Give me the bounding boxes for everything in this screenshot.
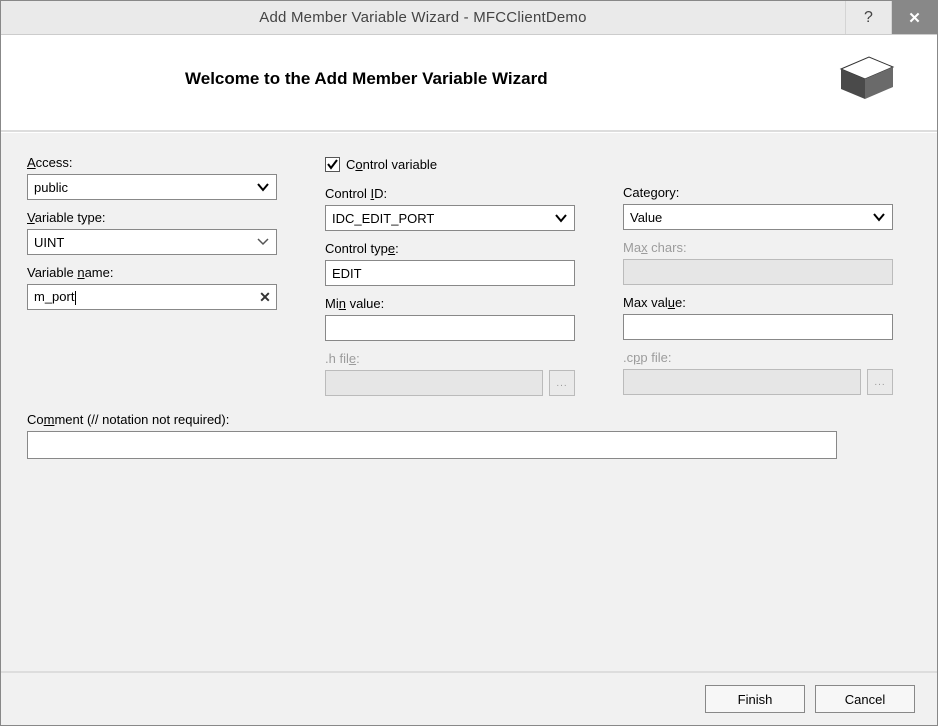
help-button[interactable]: ?	[845, 1, 891, 34]
control-type-input[interactable]: EDIT	[325, 260, 575, 286]
form-area: Access: public Variable type: UINT	[1, 132, 937, 671]
wizard-window: Add Member Variable Wizard - MFCClientDe…	[0, 0, 938, 726]
access-label: Access:	[27, 155, 277, 170]
chevron-down-icon	[552, 213, 570, 223]
access-select[interactable]: public	[27, 174, 277, 200]
category-select[interactable]: Value	[623, 204, 893, 230]
max-value-input[interactable]	[623, 314, 893, 340]
variable-type-select[interactable]: UINT	[27, 229, 277, 255]
cppfile-input	[623, 369, 861, 395]
category-label: Category:	[623, 185, 893, 200]
hfile-browse-button: ...	[549, 370, 575, 396]
control-variable-checkbox-row[interactable]: Control variable	[325, 157, 575, 172]
right-column: Category: Value Max chars: Max v	[623, 155, 893, 406]
control-id-value: IDC_EDIT_PORT	[332, 211, 434, 226]
clear-icon[interactable]: ✕	[254, 289, 276, 306]
control-id-select[interactable]: IDC_EDIT_PORT	[325, 205, 575, 231]
variable-type-label: Variable type:	[27, 210, 277, 225]
variable-type-value: UINT	[34, 235, 64, 250]
variable-name-input[interactable]: m_port ✕	[27, 284, 277, 310]
comment-label: Comment (// notation not required):	[27, 412, 911, 427]
min-value-label: Min value:	[325, 296, 575, 311]
max-value-label: Max value:	[623, 295, 893, 310]
variable-name-label: Variable name:	[27, 265, 277, 280]
finish-button[interactable]: Finish	[705, 685, 805, 713]
footer: Finish Cancel	[1, 671, 937, 725]
hfile-input	[325, 370, 543, 396]
wizard-header: Welcome to the Add Member Variable Wizar…	[1, 35, 937, 132]
left-column: Access: public Variable type: UINT	[27, 155, 277, 406]
variable-name-value: m_port	[34, 289, 74, 304]
control-variable-label: Control variable	[346, 157, 437, 172]
chevron-down-icon	[254, 182, 272, 192]
cppfile-label: .cpp file:	[623, 350, 893, 365]
window-title: Add Member Variable Wizard - MFCClientDe…	[1, 9, 845, 26]
wizard-header-title: Welcome to the Add Member Variable Wizar…	[25, 69, 831, 89]
comment-input[interactable]	[27, 431, 837, 459]
middle-column: Control variable Control ID: IDC_EDIT_PO…	[325, 155, 575, 406]
comment-section: Comment (// notation not required):	[27, 412, 911, 459]
chevron-down-icon	[870, 212, 888, 222]
box-icon	[831, 51, 903, 106]
hfile-label: .h file:	[325, 351, 575, 366]
min-value-input[interactable]	[325, 315, 575, 341]
close-button[interactable]: ✕	[891, 1, 937, 34]
titlebar-buttons: ? ✕	[845, 1, 937, 34]
titlebar: Add Member Variable Wizard - MFCClientDe…	[1, 1, 937, 35]
control-type-label: Control type:	[325, 241, 575, 256]
category-value: Value	[630, 210, 662, 225]
cancel-button[interactable]: Cancel	[815, 685, 915, 713]
control-type-value: EDIT	[332, 266, 362, 281]
max-chars-label: Max chars:	[623, 240, 893, 255]
cppfile-browse-button: ...	[867, 369, 893, 395]
text-caret	[75, 291, 76, 305]
control-variable-checkbox[interactable]	[325, 157, 340, 172]
chevron-down-icon	[254, 238, 272, 246]
access-value: public	[34, 180, 68, 195]
max-chars-input	[623, 259, 893, 285]
control-id-label: Control ID:	[325, 186, 575, 201]
